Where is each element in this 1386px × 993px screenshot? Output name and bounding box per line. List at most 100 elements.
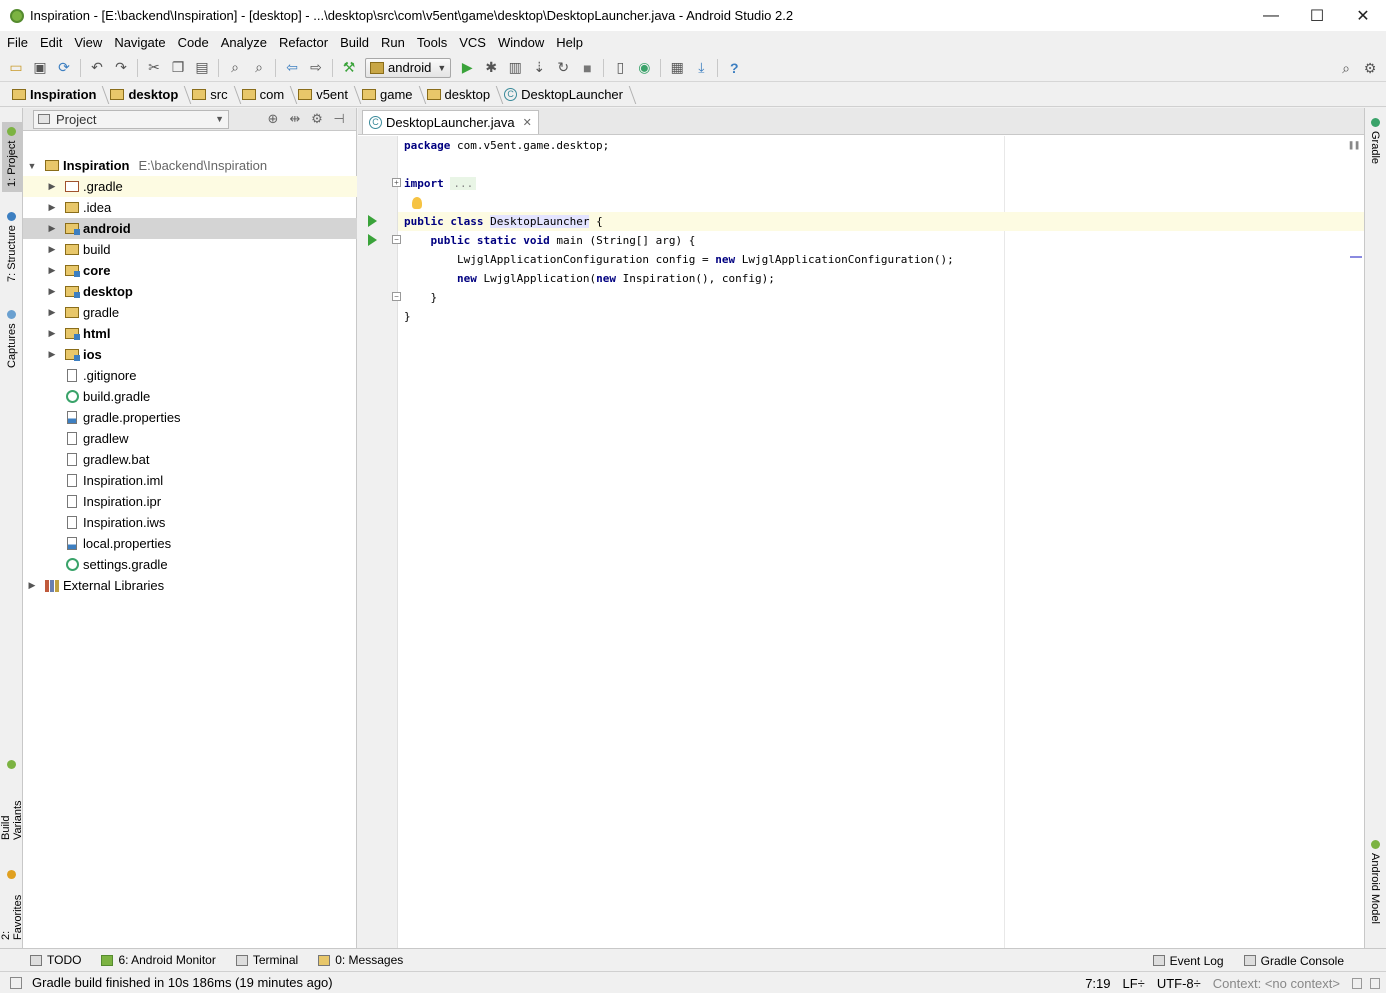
breadcrumb-item[interactable]: src [188,84,237,106]
tree-item[interactable]: Inspiration.ipr [23,491,357,512]
tab-gradle-console[interactable]: Gradle Console [1243,954,1344,968]
menu-view[interactable]: View [69,35,107,50]
tree-item[interactable]: Inspiration.iml [23,470,357,491]
tab-gradle[interactable]: Gradle [1366,118,1384,178]
cut-icon[interactable]: ✂ [142,56,166,80]
breadcrumb-item[interactable]: desktop [106,84,188,106]
collapsed-arrow-icon[interactable]: ▶ [47,181,57,192]
lightbulb-icon[interactable] [412,197,422,209]
collapsed-arrow-icon[interactable]: ▶ [47,349,57,360]
code-text-area[interactable]: package com.v5ent.game.desktop; import .… [398,136,1364,948]
close-button[interactable]: ✕ [1340,0,1386,31]
menu-run[interactable]: Run [376,35,410,50]
editor-tab[interactable]: C DesktopLauncher.java ✕ [362,110,539,134]
menu-build[interactable]: Build [335,35,374,50]
tree-item[interactable]: gradlew.bat [23,449,357,470]
tree-item[interactable]: ▶ html [23,323,357,344]
back-icon[interactable]: ⇦ [280,56,304,80]
tree-item[interactable]: ▶ android [23,218,357,239]
menu-edit[interactable]: Edit [35,35,67,50]
lock-icon[interactable] [1352,977,1362,989]
run-icon[interactable]: ▶ [455,56,479,80]
help-icon[interactable]: ? [722,56,746,80]
tree-item[interactable]: ▶ .gradle [23,176,357,197]
breadcrumb-item[interactable]: C DesktopLauncher [500,84,633,106]
collapsed-arrow-icon[interactable]: ▶ [47,244,57,255]
tree-item[interactable]: ▶ core [23,260,357,281]
tab-project[interactable]: 1: Project [2,122,22,192]
toggle-tool-windows-icon[interactable] [10,976,22,989]
collapse-all-icon[interactable]: ⇹ [284,111,306,127]
folded-imports[interactable]: ... [450,177,477,190]
menu-vcs[interactable]: VCS [454,35,491,50]
tab-android-monitor[interactable]: 6: Android Monitor [101,953,216,967]
menu-window[interactable]: Window [493,35,549,50]
tree-item[interactable]: build.gradle [23,386,357,407]
tab-captures[interactable]: Captures [2,308,22,370]
undo-icon[interactable]: ↶ [85,56,109,80]
breadcrumb-item[interactable]: game [358,84,423,106]
menu-refactor[interactable]: Refactor [274,35,333,50]
breadcrumb-item[interactable]: Inspiration [8,84,106,106]
tree-item[interactable]: ▶ gradle [23,302,357,323]
menu-file[interactable]: File [2,35,33,50]
context-indicator[interactable]: Context: <no context> [1213,976,1340,991]
save-all-icon[interactable]: ▣ [28,56,52,80]
collapsed-arrow-icon[interactable]: ▶ [47,202,57,213]
collapsed-arrow-icon[interactable]: ▶ [47,223,57,234]
tree-item[interactable]: ▶ desktop [23,281,357,302]
tree-item[interactable]: ▶ .idea [23,197,357,218]
run-gutter-icon[interactable] [368,215,377,227]
maximize-button[interactable]: ☐ [1294,0,1340,31]
menu-code[interactable]: Code [173,35,214,50]
make-project-icon[interactable]: ⚒ [337,56,361,80]
copy-icon[interactable]: ❐ [166,56,190,80]
paste-icon[interactable]: ▤ [190,56,214,80]
settings-icon[interactable]: ⚙ [1358,56,1382,80]
menu-tools[interactable]: Tools [412,35,452,50]
tab-terminal[interactable]: Terminal [235,953,298,967]
hide-panel-icon[interactable]: ⊣ [328,111,350,127]
menu-navigate[interactable]: Navigate [109,35,170,50]
tab-android-model[interactable]: Android Model [1366,840,1384,940]
sync-icon[interactable]: ⟳ [52,56,76,80]
sync-gradle-icon[interactable]: ◉ [632,56,656,80]
menu-analyze[interactable]: Analyze [216,35,272,50]
tab-todo[interactable]: TODO [30,953,81,967]
tab-favorites[interactable]: 2: Favorites [0,870,24,940]
tab-structure[interactable]: 7: Structure [2,212,22,282]
tree-item[interactable]: gradle.properties [23,407,357,428]
sdk-manager-icon[interactable]: ⤓ [689,56,713,80]
collapsed-arrow-icon[interactable]: ▶ [47,265,57,276]
tree-item[interactable]: local.properties [23,533,357,554]
tree-item-external-libraries[interactable]: ▶ External Libraries [23,575,357,596]
tree-item[interactable]: settings.gradle [23,554,357,575]
project-view-select[interactable]: Project ▼ [33,109,229,129]
tab-event-log[interactable]: Event Log [1152,954,1224,968]
search-everywhere-icon[interactable]: ⌕ [1334,56,1358,80]
attach-debugger-icon[interactable]: ⇣ [527,56,551,80]
caret-position[interactable]: 7:19 [1085,976,1110,991]
debug-icon[interactable]: ✱ [479,56,503,80]
run-gutter-icon[interactable] [368,234,377,246]
menu-help[interactable]: Help [551,35,588,50]
project-structure-icon[interactable]: ▦ [665,56,689,80]
file-encoding[interactable]: UTF-8÷ [1157,976,1201,991]
tab-messages[interactable]: 0: Messages [318,953,403,967]
close-icon[interactable]: ✕ [523,116,532,129]
scroll-marker[interactable] [1350,256,1362,258]
forward-icon[interactable]: ⇨ [304,56,328,80]
breadcrumb-item[interactable]: com [238,84,295,106]
avd-manager-icon[interactable]: ▯ [608,56,632,80]
line-separator[interactable]: LF÷ [1123,976,1145,991]
redo-icon[interactable]: ↷ [109,56,133,80]
scroll-from-source-icon[interactable]: ⊕ [262,111,284,127]
profile-icon[interactable]: ▥ [503,56,527,80]
apply-changes-icon[interactable]: ↻ [551,56,575,80]
tree-item[interactable]: ▶ build [23,239,357,260]
collapsed-arrow-icon[interactable]: ▶ [27,580,37,591]
expanded-arrow-icon[interactable]: ▼ [27,161,37,171]
tree-item[interactable]: .gitignore [23,365,357,386]
breadcrumb-item[interactable]: v5ent [294,84,358,106]
open-folder-icon[interactable]: ▭ [4,56,28,80]
